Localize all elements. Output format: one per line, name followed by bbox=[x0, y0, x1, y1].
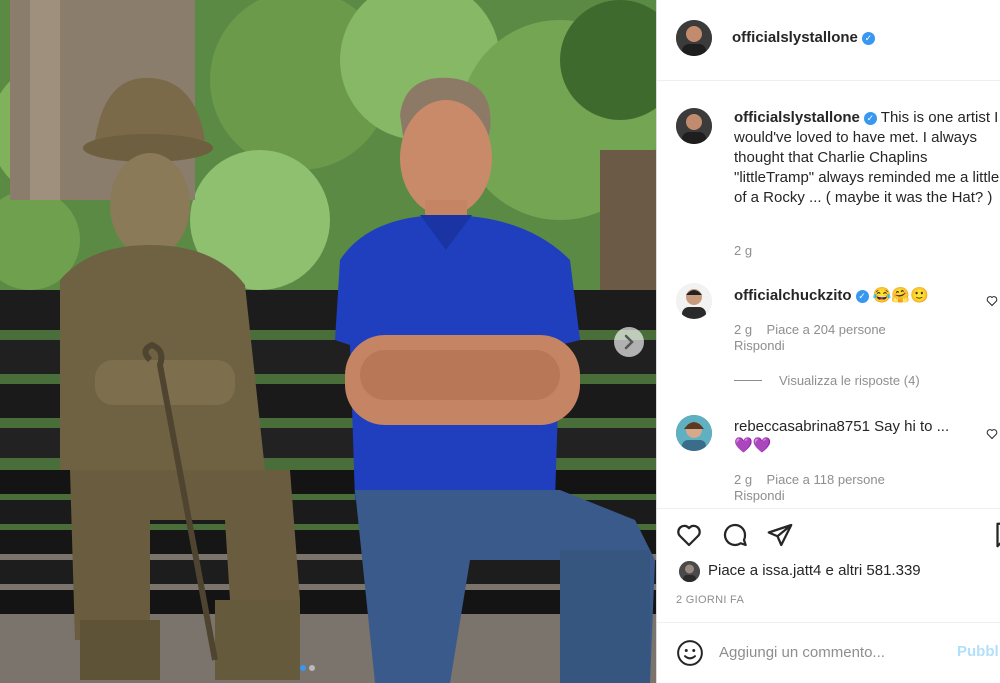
header-username[interactable]: officialslystallone bbox=[732, 29, 858, 46]
comment-input[interactable] bbox=[719, 640, 939, 664]
post-image bbox=[0, 0, 656, 683]
post-caption: officialslystallone ✓ This is one artist … bbox=[734, 108, 1000, 208]
comment-time: 2 g bbox=[734, 322, 753, 337]
comment-bubble-icon[interactable] bbox=[720, 520, 750, 550]
reply-link[interactable]: Rispondi bbox=[734, 488, 785, 503]
post-date[interactable]: 2 GIORNI FA bbox=[676, 594, 744, 606]
caption-time: 2 g bbox=[734, 243, 753, 258]
comment-time: 2 g bbox=[734, 472, 753, 487]
post-sidebar: officialslystallone ✓ officialslystallone… bbox=[657, 0, 1000, 683]
comment-username[interactable]: officialchuckzito bbox=[734, 287, 852, 304]
comment-likes[interactable]: Piace a 204 persone bbox=[767, 322, 886, 337]
post-photo[interactable] bbox=[0, 0, 656, 683]
carousel-indicator bbox=[300, 658, 318, 676]
verified-badge-icon: ✓ bbox=[863, 112, 877, 125]
comment-emoji: 💜💜 bbox=[734, 437, 772, 454]
caption-username[interactable]: officialslystallone bbox=[734, 109, 860, 126]
likes-summary[interactable]: Piace a issa.jatt4 e altri 581.339 bbox=[708, 562, 921, 579]
next-photo-button[interactable] bbox=[614, 327, 644, 357]
header-user: officialslystallone ✓ bbox=[732, 29, 875, 47]
comment-text: 😂🤗🙂 bbox=[872, 287, 929, 304]
emoji-icon[interactable] bbox=[675, 638, 705, 668]
carousel-dot bbox=[300, 665, 306, 671]
comment-meta: 2 g Piace a 118 persone bbox=[734, 472, 885, 487]
comment-like-heart-icon[interactable] bbox=[986, 295, 998, 307]
comment-box-divider bbox=[657, 622, 1000, 623]
caption-avatar[interactable] bbox=[676, 108, 712, 144]
liker-avatar[interactable] bbox=[679, 561, 700, 582]
comment-avatar[interactable] bbox=[676, 283, 712, 319]
view-replies-button[interactable]: Visualizza le risposte (4) bbox=[779, 373, 920, 388]
verified-badge-icon: ✓ bbox=[861, 32, 875, 45]
verified-badge-icon: ✓ bbox=[855, 290, 869, 303]
carousel-dot bbox=[309, 665, 315, 671]
comment-like-heart-icon[interactable] bbox=[986, 428, 998, 440]
share-send-icon[interactable] bbox=[765, 520, 795, 550]
comment-text: Say hi to ... bbox=[874, 418, 950, 435]
header-divider bbox=[657, 80, 1000, 81]
like-heart-icon[interactable] bbox=[674, 520, 704, 550]
comment-likes[interactable]: Piace a 118 persone bbox=[767, 472, 885, 487]
reply-link[interactable]: Rispondi bbox=[734, 338, 785, 353]
bookmark-icon[interactable] bbox=[990, 520, 1000, 550]
publish-button[interactable]: Pubbl bbox=[957, 643, 999, 660]
replies-line bbox=[734, 380, 762, 381]
chevron-right-icon bbox=[624, 334, 634, 350]
avatar[interactable] bbox=[676, 20, 712, 56]
comment-meta: 2 g Piace a 204 persone bbox=[734, 322, 886, 337]
comment-2: rebeccasabrina8751 Say hi to ... bbox=[734, 418, 949, 435]
comment-1: officialchuckzito ✓ 😂🤗🙂 bbox=[734, 286, 929, 304]
comment-avatar[interactable] bbox=[676, 415, 712, 451]
comment-username[interactable]: rebeccasabrina8751 bbox=[734, 418, 870, 435]
actions-divider bbox=[657, 508, 1000, 509]
